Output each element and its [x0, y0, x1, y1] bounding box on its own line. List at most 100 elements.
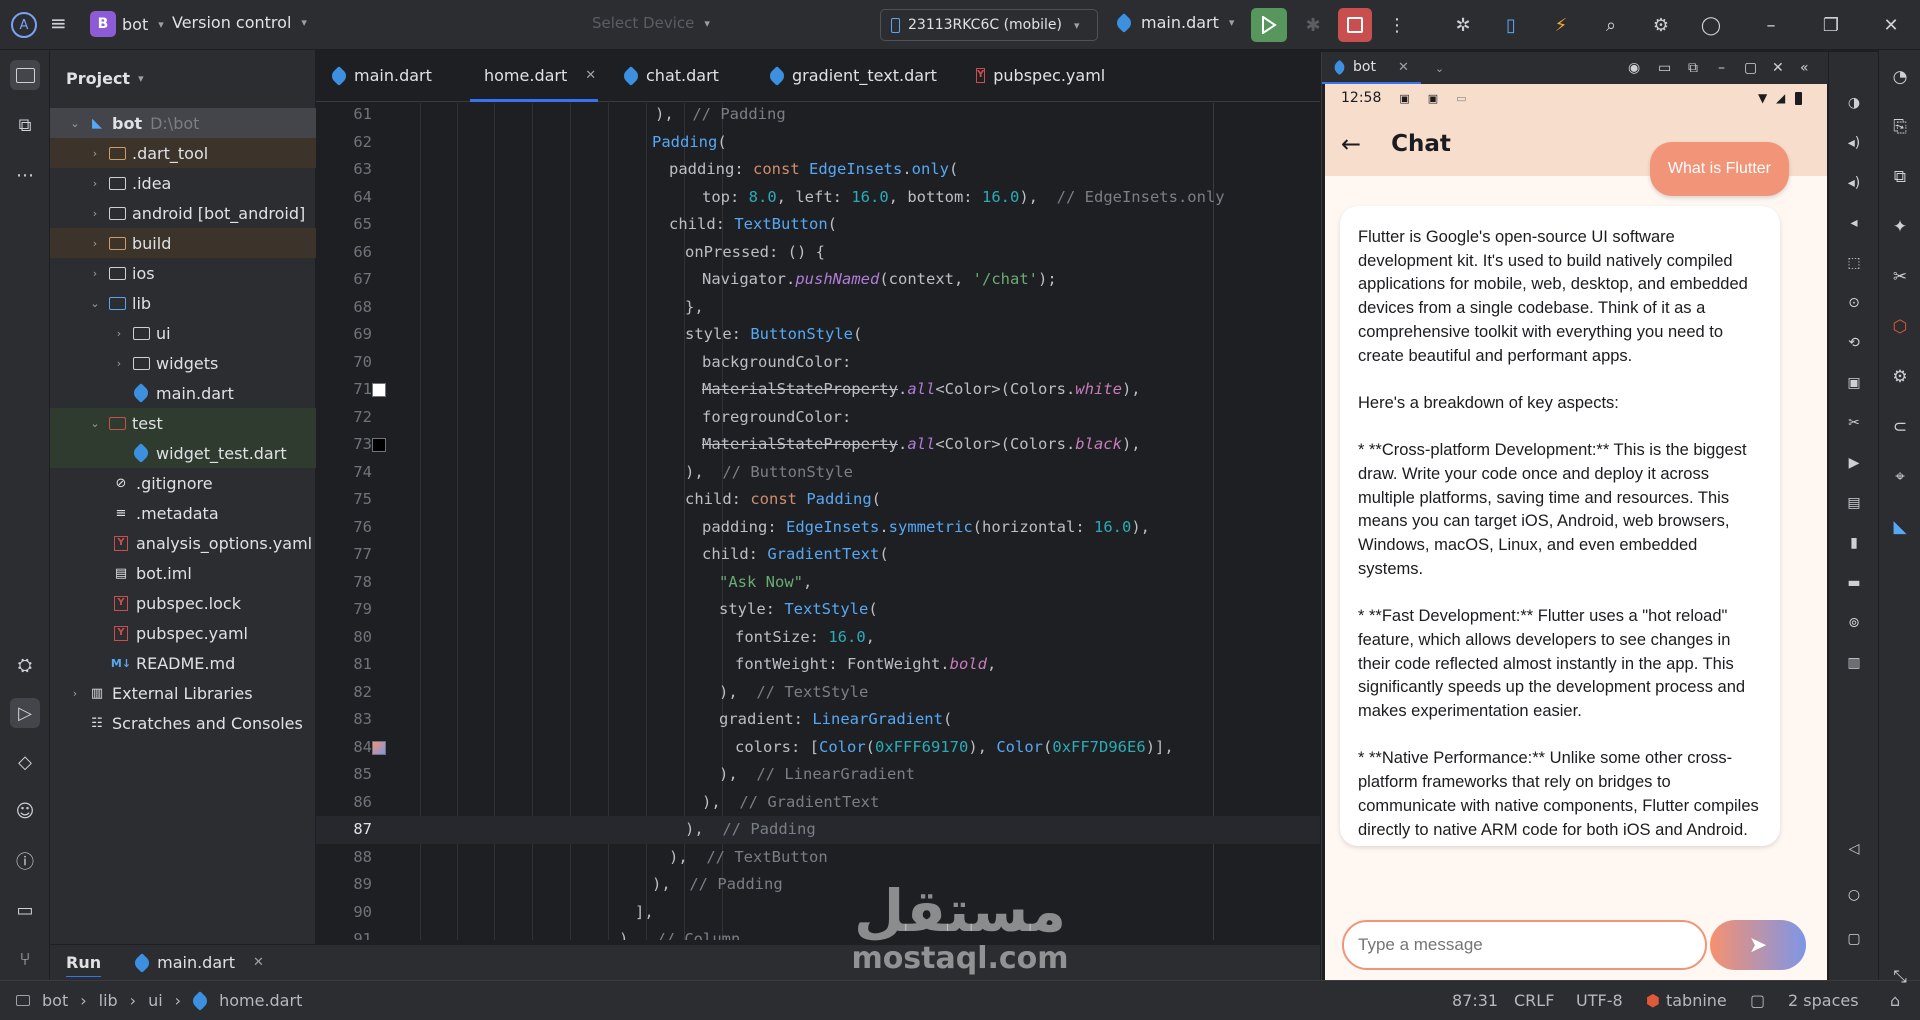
folder-icon[interactable]: ▬ [1843, 572, 1865, 594]
notifications-bell-icon[interactable]: ◔ [1887, 64, 1913, 90]
hot-reload-icon[interactable]: ⚡ [1548, 12, 1574, 38]
close-tab-icon[interactable]: ✕ [585, 68, 596, 83]
send-button[interactable]: ➤ [1710, 920, 1806, 970]
tools-icon[interactable]: ✂ [1887, 264, 1913, 290]
layout-inspector-icon[interactable]: ⌖ [1887, 464, 1913, 490]
breadcrumb-item[interactable]: lib [99, 991, 118, 1010]
emulator-tab[interactable]: bot ✕ [1322, 52, 1421, 84]
tree-item-widget-test[interactable]: widget_test.dart [50, 438, 316, 468]
device-manager-icon[interactable]: ⧉ [1887, 164, 1913, 190]
cube-icon[interactable]: ⬡ [1887, 314, 1913, 340]
tree-item-analysis-options[interactable]: Y analysis_options.yaml [50, 528, 316, 558]
collapse-panel-icon[interactable]: « [1800, 60, 1809, 76]
tree-item-ui[interactable]: › ui [50, 318, 316, 348]
terminal-icon[interactable]: ▭ [10, 895, 40, 925]
breadcrumb-item[interactable]: bot [42, 991, 68, 1010]
indent-setting[interactable]: 2 spaces [1788, 991, 1859, 1010]
volume-down-icon[interactable]: ◂ [1843, 212, 1865, 234]
notifications-icon[interactable]: ▢ [1750, 991, 1765, 1010]
settings-gear-icon[interactable]: ⚙ [1648, 12, 1674, 38]
tree-item-test[interactable]: ⌄ test [50, 408, 316, 438]
select-device-dropdown[interactable]: Select Device ▾ [592, 14, 710, 32]
app-logo-icon[interactable]: A [11, 12, 37, 38]
color-swatch-white[interactable] [372, 383, 386, 397]
lock-icon[interactable]: ⌂ [1890, 991, 1900, 1010]
snapshot-icon[interactable]: ▥ [1843, 652, 1865, 674]
rotate-icon[interactable]: ⟲ [1843, 332, 1865, 354]
tab-home-dart[interactable]: home.dart ✕ [460, 50, 608, 102]
tree-item-readme[interactable]: M↓ README.md [50, 648, 316, 678]
gradle-icon[interactable]: ⎘ [1887, 114, 1913, 140]
tab-pubspec-yaml[interactable]: Y pubspec.yaml [960, 50, 1120, 102]
project-panel-header[interactable]: Project ▾ [50, 50, 315, 106]
ai-assistant-icon[interactable]: ✦ [1887, 214, 1913, 240]
link-icon[interactable]: ⊂ [1887, 414, 1913, 440]
resize-handle-icon[interactable]: ⤡ [1887, 964, 1913, 990]
logcat-icon[interactable]: ☺ [10, 796, 40, 826]
run-tool-icon[interactable]: ▷ [10, 698, 40, 728]
debug-icon[interactable]: ✱ [1300, 12, 1326, 38]
gradient-swatch[interactable] [372, 740, 386, 755]
tabnine-status[interactable]: ⬢ tabnine [1646, 991, 1727, 1010]
chevron-down-icon[interactable]: ⌄ [1435, 62, 1444, 75]
project-switcher[interactable]: B bot ▾ [90, 11, 164, 37]
stop-button[interactable] [1338, 8, 1372, 42]
tree-item-bot-iml[interactable]: ▤ bot.iml [50, 558, 316, 588]
structure-icon[interactable]: ⧉ [10, 110, 40, 140]
close-tab-icon[interactable]: ✕ [1398, 60, 1409, 75]
tree-root[interactable]: ⌄ ◣ bot D:\bot [50, 108, 316, 138]
tree-item-lib[interactable]: ⌄ lib [50, 288, 316, 318]
breadcrumb-item[interactable]: ui [148, 991, 163, 1010]
tab-gradient-text-dart[interactable]: gradient_text.dart [754, 50, 960, 102]
version-control-menu[interactable]: Version control ▾ [172, 13, 307, 32]
video-icon[interactable]: ▶ [1843, 452, 1865, 474]
maximize-panel-icon[interactable]: ▢ [1744, 60, 1757, 76]
clipboard-icon[interactable]: ▤ [1843, 492, 1865, 514]
volume-up-icon[interactable]: ◂) [1843, 132, 1865, 154]
tab-main-dart[interactable]: main.dart [316, 50, 460, 102]
cut-icon[interactable]: ✂ [1843, 412, 1865, 434]
gem-icon[interactable]: ◇ [10, 747, 40, 777]
message-input[interactable] [1342, 920, 1707, 970]
screenshot-icon[interactable]: ⬚ [1843, 252, 1865, 274]
device-mirror-icon[interactable]: ▯ [1498, 12, 1524, 38]
float-window-icon[interactable]: ⧉ [1688, 60, 1698, 76]
battery-control-icon[interactable]: ▮ [1843, 532, 1865, 554]
tree-item-metadata[interactable]: ≡ .metadata [50, 498, 316, 528]
flutter-inspector-icon[interactable]: ✲ [1450, 12, 1476, 38]
app-inspection-icon[interactable]: ⚙ [1887, 364, 1913, 390]
back-arrow-icon[interactable]: ← [1341, 130, 1361, 158]
camera-icon[interactable]: ▣ [1843, 372, 1865, 394]
minimize-icon[interactable]: – [1758, 12, 1784, 38]
close-icon[interactable]: ✕ [1878, 12, 1904, 38]
record-icon[interactable]: ⊙ [1843, 292, 1865, 314]
tree-item-android[interactable]: › android [bot_android] [50, 198, 316, 228]
flutter-icon[interactable]: ◣ [1887, 514, 1913, 540]
settings-icon[interactable]: ◉ [1628, 60, 1640, 76]
close-panel-icon[interactable]: ✕ [1772, 60, 1784, 76]
run-config-selector[interactable]: main.dart ▾ [1114, 12, 1234, 33]
power-icon[interactable]: ◑ [1843, 92, 1865, 114]
git-branch-icon[interactable]: ⑂ [10, 944, 40, 974]
device-selector[interactable]: 23113RKC6C (mobile) ▾ [880, 9, 1098, 41]
tree-item-build[interactable]: › build [50, 228, 316, 258]
color-swatch-black[interactable] [372, 438, 386, 452]
more-options-icon[interactable]: ⋮ [1384, 12, 1410, 38]
tree-item-main-dart[interactable]: main.dart [50, 378, 316, 408]
tree-item-widgets[interactable]: › widgets [50, 348, 316, 378]
minimize-panel-icon[interactable]: – [1718, 60, 1725, 76]
android-back-icon[interactable]: ◁ [1843, 838, 1865, 860]
search-icon[interactable]: ⌕ [1598, 12, 1624, 38]
breadcrumb-item[interactable]: home.dart [219, 991, 302, 1010]
caret-position[interactable]: 87:31 [1452, 991, 1498, 1010]
android-overview-icon[interactable]: ▢ [1843, 928, 1865, 950]
tab-chat-dart[interactable]: chat.dart [608, 50, 754, 102]
build-variants-icon[interactable]: ⛭ [10, 650, 40, 680]
tree-item-ios[interactable]: › ios [50, 258, 316, 288]
volume-up-icon[interactable]: ◂) [1843, 172, 1865, 194]
run-tab-label[interactable]: Run [66, 953, 101, 972]
restore-icon[interactable]: ❐ [1818, 12, 1844, 38]
more-tools-icon[interactable]: ⋯ [10, 160, 40, 190]
run-button[interactable] [1251, 8, 1287, 42]
tree-item-scratches[interactable]: ☷ Scratches and Consoles [50, 708, 316, 738]
